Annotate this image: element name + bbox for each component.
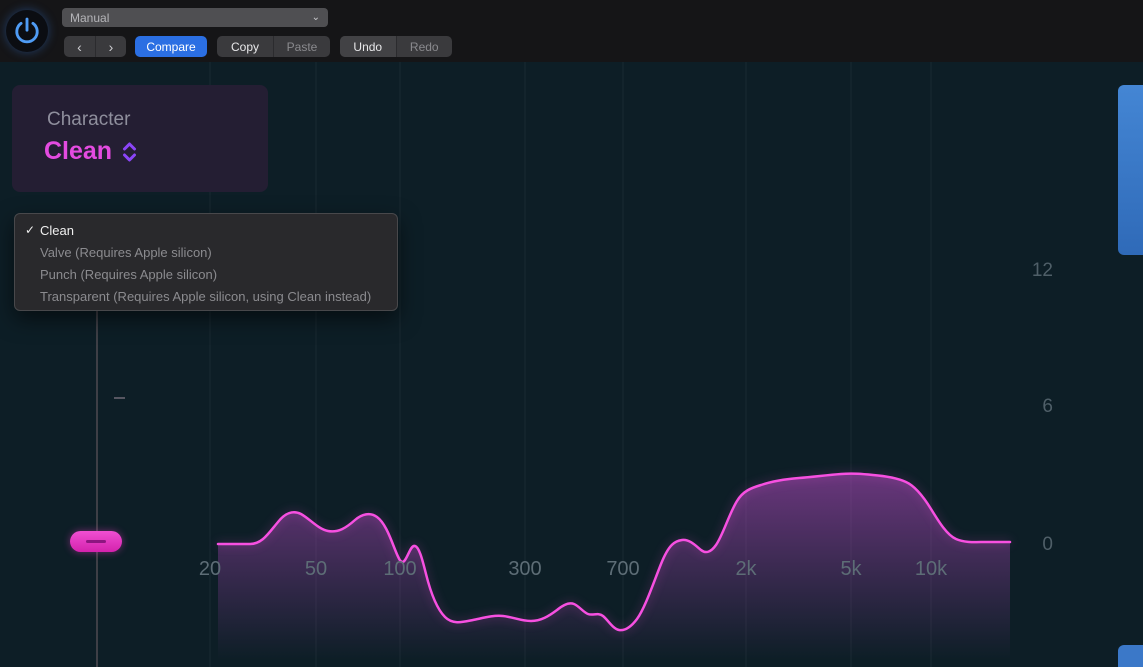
preset-forward-button[interactable]: › [95,36,126,57]
menu-item-valve[interactable]: Valve (Requires Apple silicon) [15,241,397,263]
preset-nav-group: ‹ › [64,36,126,57]
undo-redo-group: Undo Redo [340,36,452,57]
character-menu: ✓ Clean Valve (Requires Apple silicon) P… [14,213,398,311]
menu-item-punch[interactable]: Punch (Requires Apple silicon) [15,263,397,285]
chevron-down-icon: ⌄ [312,13,320,23]
band-slider-strip-top[interactable] [1118,85,1143,255]
undo-button[interactable]: Undo [340,36,396,57]
gain-slider-grip [86,540,106,543]
gain-slider-handle[interactable] [70,531,122,552]
updown-chevron-icon [121,141,138,163]
character-panel[interactable]: Character Clean [12,85,268,192]
redo-button[interactable]: Redo [396,36,453,57]
preset-select-value: Manual [70,11,109,25]
preset-back-button[interactable]: ‹ [64,36,95,57]
power-icon [10,14,44,48]
gain-slider-tick [114,397,125,399]
menu-item-transparent[interactable]: Transparent (Requires Apple silicon, usi… [15,285,397,307]
checkmark-icon: ✓ [25,223,40,237]
power-button[interactable] [6,10,48,52]
paste-button[interactable]: Paste [273,36,330,57]
toolbar: Manual ⌄ ‹ › Compare Copy Paste Undo Red… [0,0,1143,62]
character-value-dropdown[interactable]: Clean [44,137,138,166]
eq-fill-path [218,474,1010,667]
character-value-text: Clean [44,137,112,166]
menu-item-clean[interactable]: ✓ Clean [15,219,397,241]
band-slider-strip-bottom[interactable] [1118,645,1143,667]
character-label: Character [47,109,130,131]
copy-paste-group: Copy Paste [217,36,330,57]
preset-select[interactable]: Manual ⌄ [62,8,328,27]
gain-slider-track[interactable] [96,311,98,667]
compare-button[interactable]: Compare [135,36,207,57]
copy-button[interactable]: Copy [217,36,273,57]
